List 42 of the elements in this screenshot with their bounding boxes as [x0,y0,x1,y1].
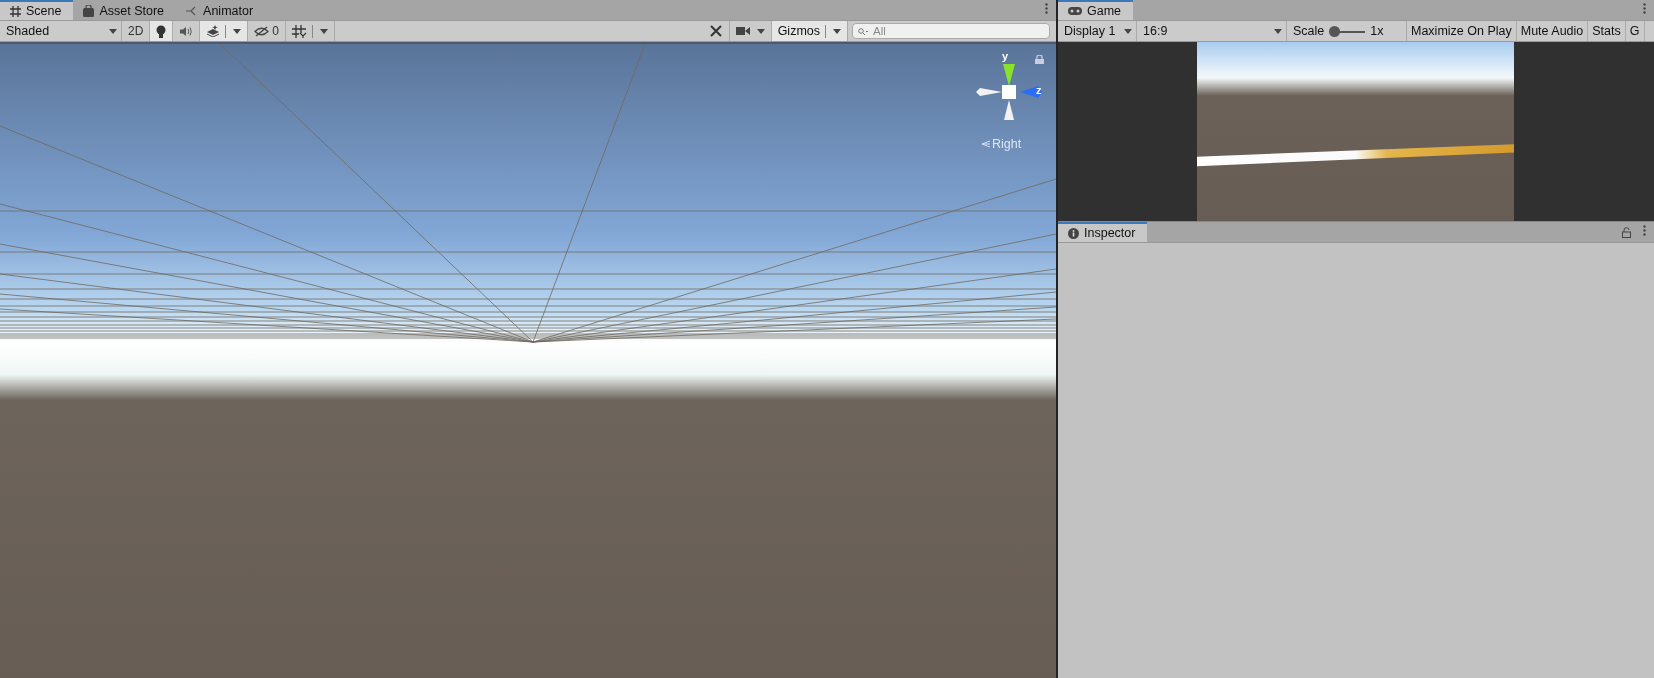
layers-icon [206,25,221,37]
scene-tab[interactable]: Asset Store [73,1,177,20]
search-field[interactable]: All [852,23,1050,39]
gizmos-dropdown[interactable]: Gizmos [771,21,848,41]
chevron-left-icon [981,140,990,148]
more-options-icon[interactable] [1643,2,1646,14]
scene-tab[interactable]: Animator [176,1,266,20]
scale-label: Scale [1293,24,1325,38]
caret-icon [833,28,841,34]
video-camera-icon [735,26,750,36]
gamepad-icon [1068,7,1082,15]
light-toggle[interactable] [150,21,174,41]
more-options-icon[interactable] [1045,2,1048,14]
bag-icon [83,4,95,17]
hash-icon [10,5,21,17]
inspector-tab[interactable]: Inspector [1058,222,1148,242]
caret-icon [233,28,242,34]
scale-slider[interactable] [1329,25,1366,37]
more-options-icon[interactable] [1643,224,1646,236]
axis-label: z [1036,84,1042,96]
caret-icon [756,28,765,34]
grid-icon [292,24,308,38]
caret-icon [320,28,329,34]
caret-icon [1274,28,1282,34]
search-icon [858,28,868,36]
eye-hidden-icon [254,25,270,37]
axis-label: y [1002,50,1009,62]
scale-reading: 1x [1370,24,1384,38]
lock-icon[interactable] [1622,226,1631,238]
scene-tab[interactable]: Scene [0,0,74,20]
count-label: 0 [272,24,280,38]
effects-toggle[interactable] [200,21,249,41]
info-icon [1068,227,1079,239]
slider-thumb[interactable] [1329,25,1341,37]
game-tab[interactable]: Game [1058,0,1134,20]
lightbulb-icon [156,24,167,38]
caret-icon [1124,28,1132,34]
lock-icon[interactable] [1035,55,1044,64]
caret-icon [109,28,117,34]
orientation-gizmo-drawing[interactable] [976,64,1042,120]
mode-label: 2D [128,24,144,38]
speaker-icon [179,25,194,37]
